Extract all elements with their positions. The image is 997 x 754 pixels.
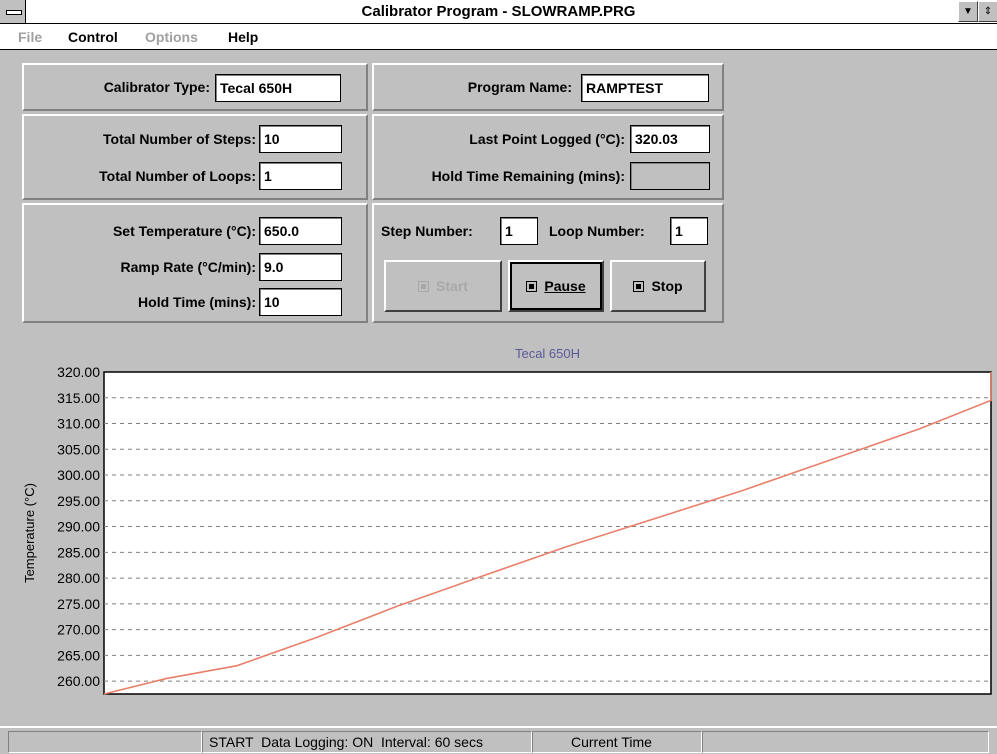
- window-title: Calibrator Program - SLOWRAMP.PRG: [361, 3, 636, 20]
- status-cell-time: Current Time: [532, 731, 702, 753]
- last-point-label: Last Point Logged (°C):: [469, 131, 625, 147]
- menu-file[interactable]: File: [18, 29, 42, 45]
- stop-icon: [633, 281, 645, 292]
- y-tick-label: 320.00: [57, 364, 100, 380]
- calibrator-type-field[interactable]: Tecal 650H: [215, 74, 341, 102]
- menu-help[interactable]: Help: [228, 29, 258, 45]
- y-tick-label: 290.00: [57, 519, 100, 535]
- chart-title: Tecal 650H: [515, 346, 580, 361]
- hold-remaining-field[interactable]: [630, 162, 710, 190]
- total-steps-field[interactable]: 10: [259, 125, 342, 153]
- temperature-chart: Tecal 650H 260.00 265.00 270.00 275.00 280.00…: [8, 336, 997, 726]
- title-bar: Calibrator Program - SLOWRAMP.PRG ▼ ⇕: [0, 0, 997, 24]
- setpoint-panel: Set Temperature (°C): 650.0 Ramp Rate (°…: [22, 203, 368, 323]
- status-time-label: Current Time: [571, 734, 652, 750]
- y-tick-label: 285.00: [57, 544, 100, 560]
- pause-button-label: Pause: [544, 278, 586, 294]
- total-loops-label: Total Number of Loops:: [99, 168, 256, 184]
- chart-svg: Tecal 650H 260.00 265.00 270.00 275.00 280.00…: [22, 346, 992, 695]
- menu-control[interactable]: Control: [68, 29, 118, 45]
- program-panel: Program Name: RAMPTEST: [372, 63, 724, 111]
- status-cell-empty: [8, 731, 202, 753]
- hold-remaining-label: Hold Time Remaining (mins):: [431, 168, 625, 184]
- total-loops-field[interactable]: 1: [259, 162, 342, 190]
- menu-options[interactable]: Options: [145, 29, 198, 45]
- status-bar: START Data Logging: ON Interval: 60 secs…: [0, 726, 997, 754]
- total-steps-label: Total Number of Steps:: [103, 131, 256, 147]
- step-number-label: Step Number:: [381, 223, 473, 239]
- y-tick-label: 265.00: [57, 647, 100, 663]
- y-tick-label: 310.00: [57, 416, 100, 432]
- steps-loops-panel: Total Number of Steps: 10 Total Number o…: [22, 114, 368, 200]
- pause-icon: [526, 281, 538, 292]
- status-mode: START: [209, 734, 254, 750]
- status-cell-logging: START Data Logging: ON Interval: 60 secs: [202, 731, 532, 753]
- y-tick-label: 260.00: [57, 673, 100, 689]
- y-tick-label: 280.00: [57, 570, 100, 586]
- calibrator-panel: Calibrator Type: Tecal 650H: [22, 63, 368, 111]
- control-panel: Step Number: 1 Loop Number: 1 Start Paus…: [372, 203, 724, 323]
- loop-number-field[interactable]: 1: [670, 217, 708, 245]
- menu-bar: File Control Options Help: [0, 24, 997, 50]
- set-temperature-label: Set Temperature (°C):: [112, 223, 256, 239]
- y-tick-label: 305.00: [57, 441, 100, 457]
- y-tick-label: 300.00: [57, 467, 100, 483]
- y-tick-label: 275.00: [57, 596, 100, 612]
- logging-panel: Last Point Logged (°C): 320.03 Hold Time…: [372, 114, 724, 200]
- y-tick-label: 295.00: [57, 493, 100, 509]
- y-tick-label: 270.00: [57, 622, 100, 638]
- y-tick-label: 315.00: [57, 390, 100, 406]
- status-cell-right: [702, 731, 989, 753]
- start-button-label: Start: [436, 278, 468, 294]
- minimize-icon[interactable]: ▼: [958, 1, 978, 22]
- program-name-label: Program Name:: [467, 79, 572, 95]
- ramp-rate-label: Ramp Rate (°C/min):: [120, 259, 257, 275]
- stop-button[interactable]: Stop: [610, 260, 706, 312]
- play-icon: [418, 281, 430, 292]
- set-temperature-field[interactable]: 650.0: [259, 217, 342, 245]
- start-button[interactable]: Start: [384, 260, 502, 312]
- status-interval: Interval: 60 secs: [381, 734, 483, 750]
- y-axis-label: Temperature (°C): [22, 483, 37, 583]
- loop-number-label: Loop Number:: [549, 223, 645, 239]
- ramp-rate-field[interactable]: 9.0: [259, 253, 342, 281]
- program-name-field[interactable]: RAMPTEST: [581, 74, 709, 102]
- last-point-field[interactable]: 320.03: [630, 125, 710, 153]
- restore-icon[interactable]: ⇕: [978, 1, 997, 22]
- status-logging: Data Logging: ON: [261, 734, 374, 750]
- step-number-field[interactable]: 1: [500, 217, 538, 245]
- calibrator-type-label: Calibrator Type:: [103, 79, 210, 95]
- stop-button-label: Stop: [651, 278, 683, 294]
- hold-time-label: Hold Time (mins):: [138, 294, 256, 310]
- pause-button[interactable]: Pause: [508, 260, 604, 312]
- hold-time-field[interactable]: 10: [259, 288, 342, 316]
- plot-area: [103, 371, 992, 695]
